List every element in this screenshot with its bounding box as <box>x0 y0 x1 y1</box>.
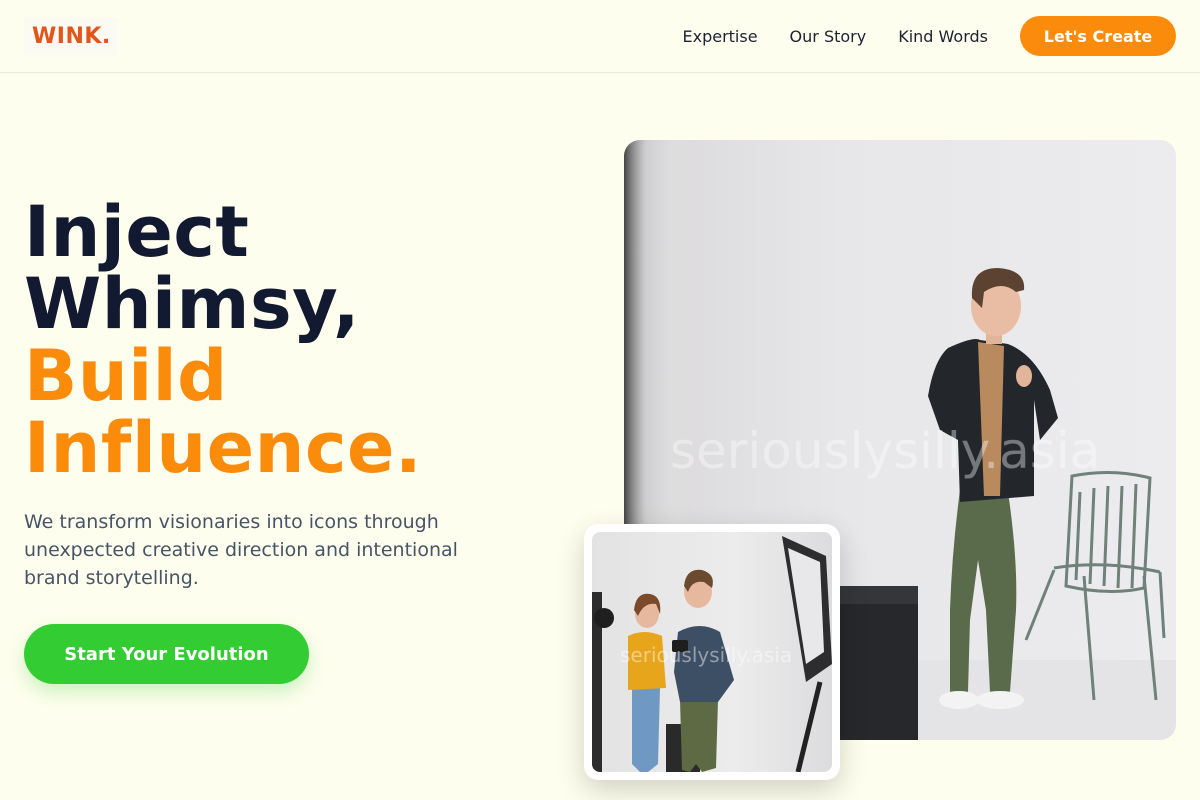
logo[interactable]: WINK. <box>24 17 119 55</box>
lets-create-button[interactable]: Let's Create <box>1020 16 1176 56</box>
start-evolution-button[interactable]: Start Your Evolution <box>24 624 309 684</box>
nav-link-our-story[interactable]: Our Story <box>790 27 867 46</box>
hero-title-line-4: Influence. <box>24 407 423 489</box>
main-photo-watermark: seriouslysilly.asia <box>670 422 1100 480</box>
man-figure-small <box>672 569 734 772</box>
nav-link-expertise[interactable]: Expertise <box>682 27 757 46</box>
hero-title: Inject Whimsy, Build Influence. <box>24 196 422 484</box>
hero-title-line-2: Whimsy, <box>24 263 360 345</box>
nav-link-kind-words[interactable]: Kind Words <box>898 27 988 46</box>
woman-figure <box>628 593 666 772</box>
secondary-photo-watermark: seriouslysilly.asia <box>620 643 792 667</box>
team-photo-illustration: seriouslysilly.asia <box>592 536 832 772</box>
hero-title-line-3: Build <box>24 335 228 417</box>
hero-subtitle: We transform visionaries into icons thro… <box>24 511 458 589</box>
hero-title-line-1: Inject <box>24 191 250 273</box>
site-header: WINK. Expertise Our Story Kind Words Let… <box>0 0 1200 73</box>
hero-secondary-photo-frame: seriouslysilly.asia <box>584 524 840 780</box>
main-nav: Expertise Our Story Kind Words Let's Cre… <box>650 16 1176 56</box>
hero-secondary-photo: seriouslysilly.asia <box>592 532 832 772</box>
